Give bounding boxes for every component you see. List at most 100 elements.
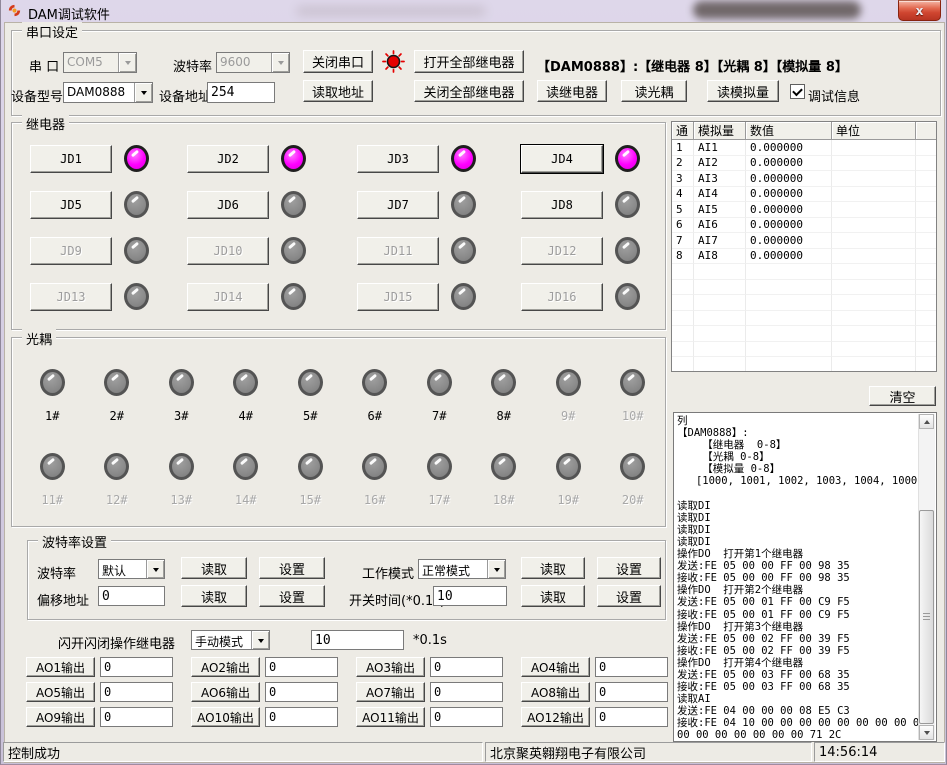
chevron-down-icon[interactable] xyxy=(251,631,269,649)
baud-combo[interactable]: 9600 xyxy=(216,52,290,73)
ao-output-button-9[interactable]: AO9输出 xyxy=(26,707,95,727)
opto-label: 19# xyxy=(557,493,579,507)
titlebar-glass-smudge xyxy=(296,6,486,16)
scrollbar-thumb[interactable] xyxy=(919,510,934,724)
ao-output-button-6[interactable]: AO6输出 xyxy=(191,682,260,702)
ao-output-button-2[interactable]: AO2输出 xyxy=(191,657,260,677)
relay-button-jd8[interactable]: JD8 xyxy=(521,191,603,219)
relay-button-jd12[interactable]: JD12 xyxy=(521,237,603,265)
table-cell-unit xyxy=(832,249,916,265)
relay-button-jd15[interactable]: JD15 xyxy=(357,283,439,311)
set-switch-time-button[interactable]: 设置 xyxy=(597,585,661,607)
analog-table[interactable]: 通 模拟量 数值 单位 1AI10.0000002AI20.0000003AI3… xyxy=(671,121,937,372)
flash-time-input[interactable] xyxy=(311,630,404,650)
relay-button-jd16[interactable]: JD16 xyxy=(521,283,603,311)
ao-output-button-12[interactable]: AO12输出 xyxy=(521,707,590,727)
ao-output-button-5[interactable]: AO5输出 xyxy=(26,682,95,702)
close-all-relays-button[interactable]: 关闭全部继电器 xyxy=(414,80,524,102)
port-combo[interactable]: COM5 xyxy=(63,52,137,73)
chevron-down-icon[interactable] xyxy=(271,53,289,72)
relay-button-jd1[interactable]: JD1 xyxy=(30,145,112,173)
title-bar[interactable]: DAM调试软件 x xyxy=(1,0,946,22)
ao-output-button-3[interactable]: AO3输出 xyxy=(356,657,425,677)
close-button[interactable]: x xyxy=(898,0,941,21)
ao-output-button-7[interactable]: AO7输出 xyxy=(356,682,425,702)
flash-mode-combo[interactable]: 手动模式 xyxy=(191,630,270,650)
baudrate-combo[interactable]: 默认 xyxy=(98,559,165,579)
scroll-up-icon[interactable] xyxy=(919,414,934,429)
ao-output-input-11[interactable] xyxy=(430,707,503,727)
debug-info-checkbox[interactable] xyxy=(790,84,805,99)
switch-time-input[interactable] xyxy=(433,586,507,606)
ao-output-input-7[interactable] xyxy=(430,682,503,702)
ao-output-input-9[interactable] xyxy=(100,707,173,727)
relay-button-jd13[interactable]: JD13 xyxy=(30,283,112,311)
relay-button-jd3[interactable]: JD3 xyxy=(357,145,439,173)
set-offset-button[interactable]: 设置 xyxy=(259,585,325,607)
opto-led-off xyxy=(362,453,387,480)
ao-output-input-12[interactable] xyxy=(595,707,668,727)
relay-button-jd5[interactable]: JD5 xyxy=(30,191,112,219)
ao-output-input-4[interactable] xyxy=(595,657,668,677)
read-analog-button[interactable]: 读模拟量 xyxy=(707,80,779,102)
work-mode-combo[interactable]: 正常模式 xyxy=(418,559,506,579)
relay-led-off xyxy=(124,283,149,310)
log-scrollbar[interactable] xyxy=(918,414,935,740)
table-row: 3AI30.000000 xyxy=(672,171,936,187)
chevron-down-icon[interactable] xyxy=(118,53,136,72)
column-header[interactable]: 单位 xyxy=(832,122,916,140)
ao-output-button-10[interactable]: AO10输出 xyxy=(191,707,260,727)
column-header[interactable]: 通 xyxy=(672,122,694,140)
chevron-down-icon[interactable] xyxy=(134,83,152,102)
ao-output-input-2[interactable] xyxy=(265,657,338,677)
table-cell-value: 0.000000 xyxy=(746,249,832,265)
ao-output-input-10[interactable] xyxy=(265,707,338,727)
baud-settings-group: 波特率设置 xyxy=(27,540,666,620)
scroll-down-icon[interactable] xyxy=(919,725,934,740)
relay-button-jd11[interactable]: JD11 xyxy=(357,237,439,265)
app-icon xyxy=(7,3,22,18)
chevron-down-icon[interactable] xyxy=(146,560,164,578)
opto-label: 2# xyxy=(110,409,124,423)
ao-output-input-5[interactable] xyxy=(100,682,173,702)
column-header[interactable] xyxy=(916,122,936,140)
log-panel[interactable]: 列 【DAM0888】: 【继电器 0-8】 【光耦 0-8】 【模拟量 0-8… xyxy=(673,412,937,742)
relay-button-jd2[interactable]: JD2 xyxy=(187,145,269,173)
close-serial-button[interactable]: 关闭串口 xyxy=(303,50,373,73)
clear-log-button[interactable]: 清空 xyxy=(869,386,936,406)
ao-output-button-1[interactable]: AO1输出 xyxy=(26,657,95,677)
device-address-input[interactable] xyxy=(207,82,275,103)
chevron-down-icon[interactable] xyxy=(487,560,505,578)
read-offset-button[interactable]: 读取 xyxy=(181,585,247,607)
read-baudrate-button[interactable]: 读取 xyxy=(181,557,247,579)
read-switch-time-button[interactable]: 读取 xyxy=(521,585,585,607)
ao-output-button-8[interactable]: AO8输出 xyxy=(521,682,590,702)
relay-button-jd10[interactable]: JD10 xyxy=(187,237,269,265)
relay-button-jd7[interactable]: JD7 xyxy=(357,191,439,219)
relay-button-jd9[interactable]: JD9 xyxy=(30,237,112,265)
offset-address-input[interactable] xyxy=(98,586,165,606)
ao-output-button-4[interactable]: AO4输出 xyxy=(521,657,590,677)
read-work-mode-button[interactable]: 读取 xyxy=(521,557,585,579)
ao-output-input-1[interactable] xyxy=(100,657,173,677)
column-header[interactable]: 模拟量 xyxy=(694,122,746,140)
ao-output-input-3[interactable] xyxy=(430,657,503,677)
set-baudrate-button[interactable]: 设置 xyxy=(259,557,325,579)
opto-led-off xyxy=(40,453,65,480)
relay-button-jd14[interactable]: JD14 xyxy=(187,283,269,311)
ao-output-input-6[interactable] xyxy=(265,682,338,702)
relay-button-jd4[interactable]: JD4 xyxy=(521,145,603,173)
device-model-combo[interactable]: DAM0888 xyxy=(63,82,153,103)
ao-output-button-11[interactable]: AO11输出 xyxy=(356,707,425,727)
open-all-relays-button[interactable]: 打开全部继电器 xyxy=(414,50,524,73)
column-header[interactable]: 数值 xyxy=(746,122,832,140)
ao-output-input-8[interactable] xyxy=(595,682,668,702)
relay-button-jd6[interactable]: JD6 xyxy=(187,191,269,219)
relay-cell: JD13 xyxy=(30,283,187,329)
relay-cell: JD9 xyxy=(30,237,187,283)
read-opto-button[interactable]: 读光耦 xyxy=(621,80,687,102)
opto-label: 6# xyxy=(368,409,382,423)
read-relay-button[interactable]: 读继电器 xyxy=(537,80,607,102)
set-work-mode-button[interactable]: 设置 xyxy=(597,557,661,579)
read-address-button[interactable]: 读取地址 xyxy=(303,80,373,102)
